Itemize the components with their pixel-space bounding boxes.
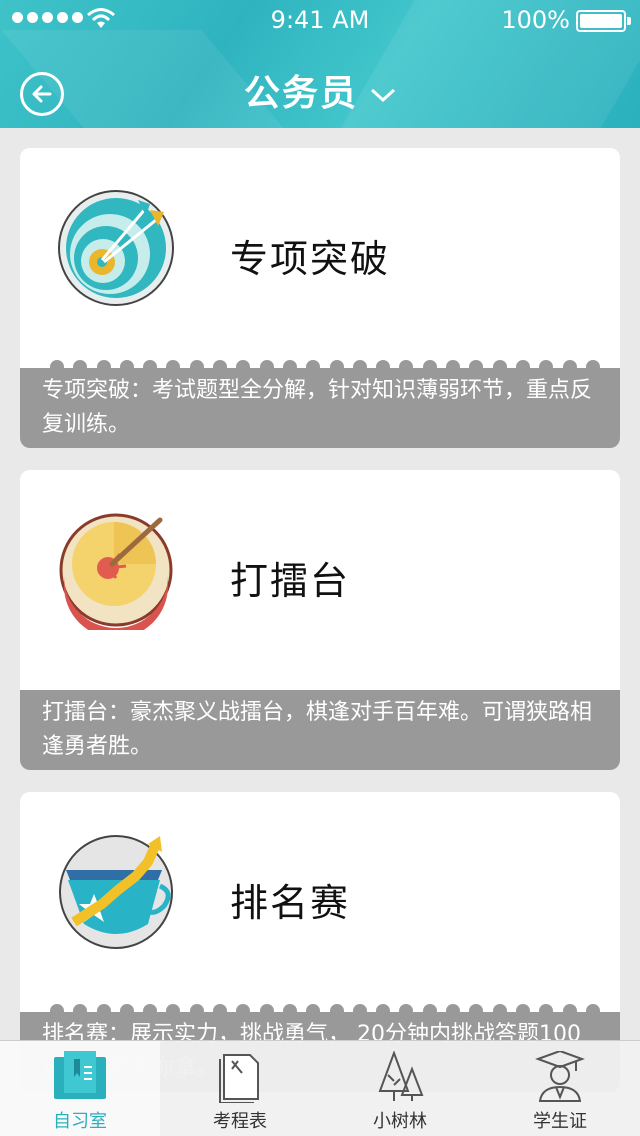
card-title: 专项突破 — [230, 237, 391, 281]
page-title[interactable]: 公务员 — [0, 64, 640, 116]
status-bar: 9:41 AM 100% — [0, 0, 640, 40]
card-title: 打擂台 — [230, 559, 351, 603]
header: 9:41 AM 100% 公务员 — [0, 0, 640, 128]
card-title: 排名赛 — [230, 881, 351, 925]
student-card-icon — [535, 1051, 585, 1102]
trophy-cup-icon — [59, 835, 173, 949]
tab-bar: 自习室 考程表 小树林 学生证 — [0, 1040, 640, 1136]
tab-label: 小树林 — [373, 1111, 427, 1132]
tab-schedule[interactable]: 考程表 — [160, 1041, 320, 1136]
tab-student-card[interactable]: 学生证 — [480, 1041, 640, 1136]
card-description: 打擂台：豪杰聚义战擂台，棋逢对手百年难。可谓狭路相逢勇者胜。 — [20, 690, 620, 770]
card-arena[interactable]: 打擂台 打擂台：豪杰聚义战擂台，棋逢对手百年难。可谓狭路相逢勇者胜。 — [20, 470, 620, 770]
card-special-breakthrough[interactable]: 专项突破 专项突破：考试题型全分解，针对知识薄弱环节，重点反复训练。 — [20, 148, 620, 448]
tab-grove[interactable]: 小树林 — [320, 1041, 480, 1136]
tab-study-room[interactable]: 自习室 — [0, 1041, 160, 1136]
drum-icon — [59, 513, 173, 630]
tab-label: 自习室 — [53, 1111, 107, 1132]
target-icon — [58, 190, 174, 306]
card-description: 专项突破：考试题型全分解，针对知识薄弱环节，重点反复训练。 — [20, 368, 620, 448]
trees-icon — [378, 1051, 424, 1101]
tab-label: 考程表 — [213, 1111, 267, 1132]
battery-percent: 100% — [501, 6, 570, 34]
tab-label: 学生证 — [533, 1111, 587, 1132]
book-icon — [54, 1051, 106, 1099]
schedule-icon — [219, 1054, 259, 1103]
page-title-text: 公务员 — [243, 73, 358, 114]
chevron-down-icon — [370, 88, 396, 103]
battery-icon — [576, 10, 631, 32]
